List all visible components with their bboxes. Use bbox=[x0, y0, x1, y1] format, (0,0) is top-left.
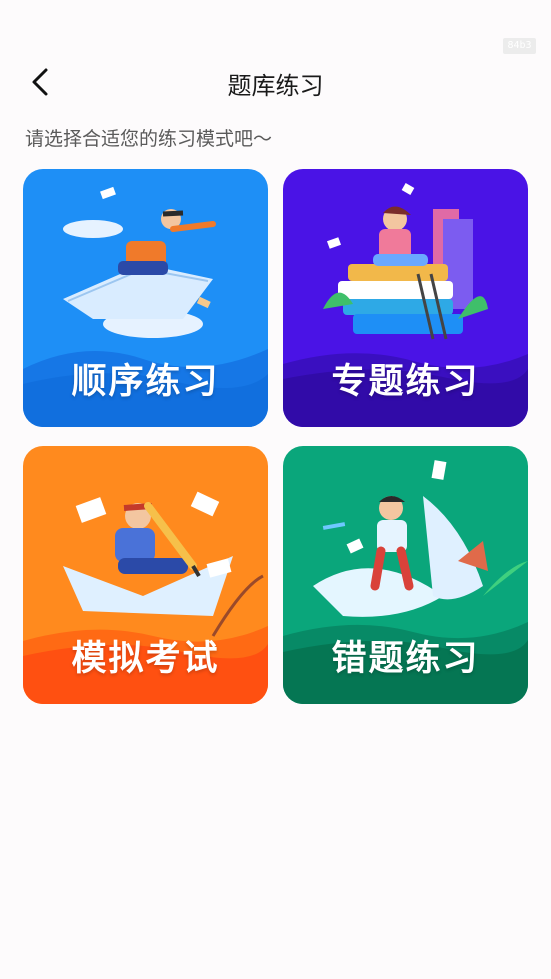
mock-exam-label: 模拟考试 bbox=[71, 639, 220, 679]
wrong-question-practice-label: 错题练习 bbox=[331, 639, 480, 679]
mock-exam-card[interactable]: 模拟考试 bbox=[23, 446, 268, 704]
topic-practice-label: 专题练习 bbox=[331, 362, 480, 402]
debug-badge: 84b3 bbox=[503, 38, 536, 54]
sequential-practice-card[interactable]: 顺序练习 bbox=[23, 169, 268, 427]
sequential-practice-label: 顺序练习 bbox=[71, 362, 220, 402]
practice-mode-grid: 顺序练习 专题练习 模拟考试 错题练习 bbox=[23, 169, 528, 705]
top-bar: 题库练习 bbox=[0, 56, 551, 106]
page-title: 题库练习 bbox=[227, 72, 324, 100]
topic-practice-card[interactable]: 专题练习 bbox=[283, 169, 528, 427]
wrong-question-practice-card[interactable]: 错题练习 bbox=[283, 446, 528, 704]
subtitle: 请选择合适您的练习模式吧～ bbox=[25, 128, 273, 150]
